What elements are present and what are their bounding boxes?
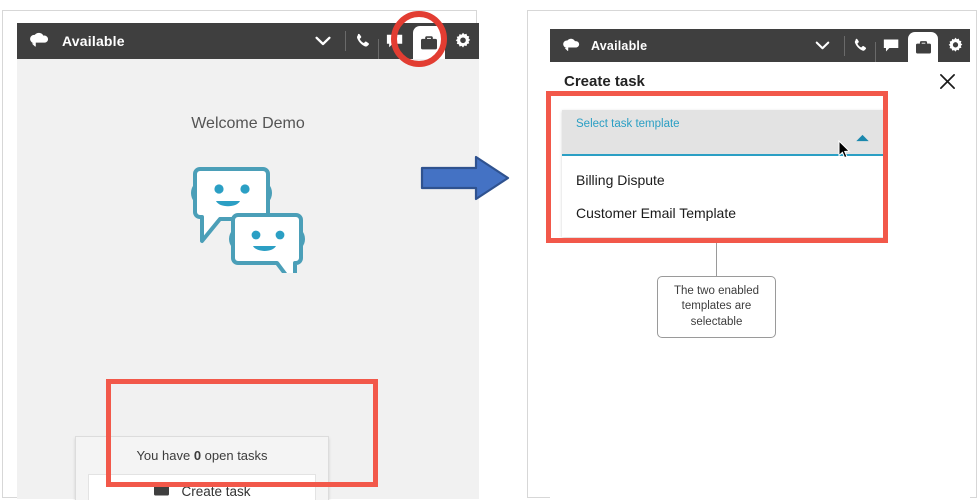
briefcase-icon[interactable] <box>908 32 938 62</box>
phone-icon[interactable] <box>845 29 875 62</box>
ccp-right-header-icons <box>845 29 970 62</box>
chevron-down-icon[interactable] <box>815 41 830 50</box>
open-tasks-count: You have 0 open tasks <box>88 448 316 463</box>
task-template-select: Select task template Billing Dispute Cus… <box>562 110 884 237</box>
left-panel-frame: Available Welcome Demo You have 0 open t… <box>2 10 479 500</box>
open-tasks-count-suffix: open tasks <box>201 448 268 463</box>
status-label: Available <box>591 38 648 53</box>
create-task-titlebar: Create task <box>550 62 970 100</box>
task-template-option[interactable]: Billing Dispute <box>562 163 884 196</box>
task-template-option-list: Billing Dispute Customer Email Template <box>562 156 884 237</box>
phone-icon[interactable] <box>346 23 378 59</box>
create-task-button[interactable]: Create task <box>88 474 316 500</box>
create-task-button-label: Create task <box>181 483 251 499</box>
page-title: Create task <box>564 72 645 90</box>
open-tasks-card: You have 0 open tasks Create task <box>75 436 329 500</box>
open-tasks-count-prefix: You have <box>136 448 194 463</box>
two-chat-bubbles-icon <box>191 167 305 273</box>
caret-up-icon[interactable] <box>855 129 870 147</box>
open-tasks-count-value: 0 <box>193 448 202 463</box>
right-panel-frame: Available Create task Select task templa… <box>527 10 977 499</box>
status-label: Available <box>62 33 125 49</box>
gear-icon[interactable] <box>940 29 970 62</box>
briefcase-icon[interactable] <box>413 26 445 59</box>
chat-icon[interactable] <box>379 23 411 59</box>
close-icon[interactable] <box>939 73 956 90</box>
ccp-left: Available Welcome Demo You have 0 open t… <box>17 23 479 500</box>
ccp-right-header: Available <box>550 29 970 62</box>
briefcase-icon <box>153 482 170 500</box>
right-arrow-icon <box>420 155 510 201</box>
welcome-title: Welcome Demo <box>191 115 305 132</box>
callout-box: The two enabled templates are selectable <box>657 276 776 338</box>
chat-icon[interactable] <box>876 29 906 62</box>
chevron-down-icon[interactable] <box>315 36 331 46</box>
ccp-right: Available Create task Select task templa… <box>550 29 970 499</box>
ccp-left-header-icons <box>346 23 479 59</box>
callout-text: The two enabled templates are selectable <box>673 284 760 328</box>
ccp-left-header: Available <box>17 23 479 59</box>
gear-icon[interactable] <box>447 23 479 59</box>
task-template-select-field[interactable]: Select task template <box>562 110 884 156</box>
amazon-connect-cloud-icon <box>29 32 51 50</box>
task-template-option[interactable]: Customer Email Template <box>562 196 884 229</box>
chat-bubbles-illustration <box>17 161 479 273</box>
flow-arrow <box>420 155 510 206</box>
callout-connector-line <box>716 243 717 276</box>
task-template-select-label: Select task template <box>576 118 680 130</box>
ccp-left-body: Welcome Demo You have 0 open tasks Creat… <box>17 59 479 500</box>
amazon-connect-cloud-icon <box>562 38 582 54</box>
screenshot-root: Available Welcome Demo You have 0 open t… <box>0 0 979 500</box>
